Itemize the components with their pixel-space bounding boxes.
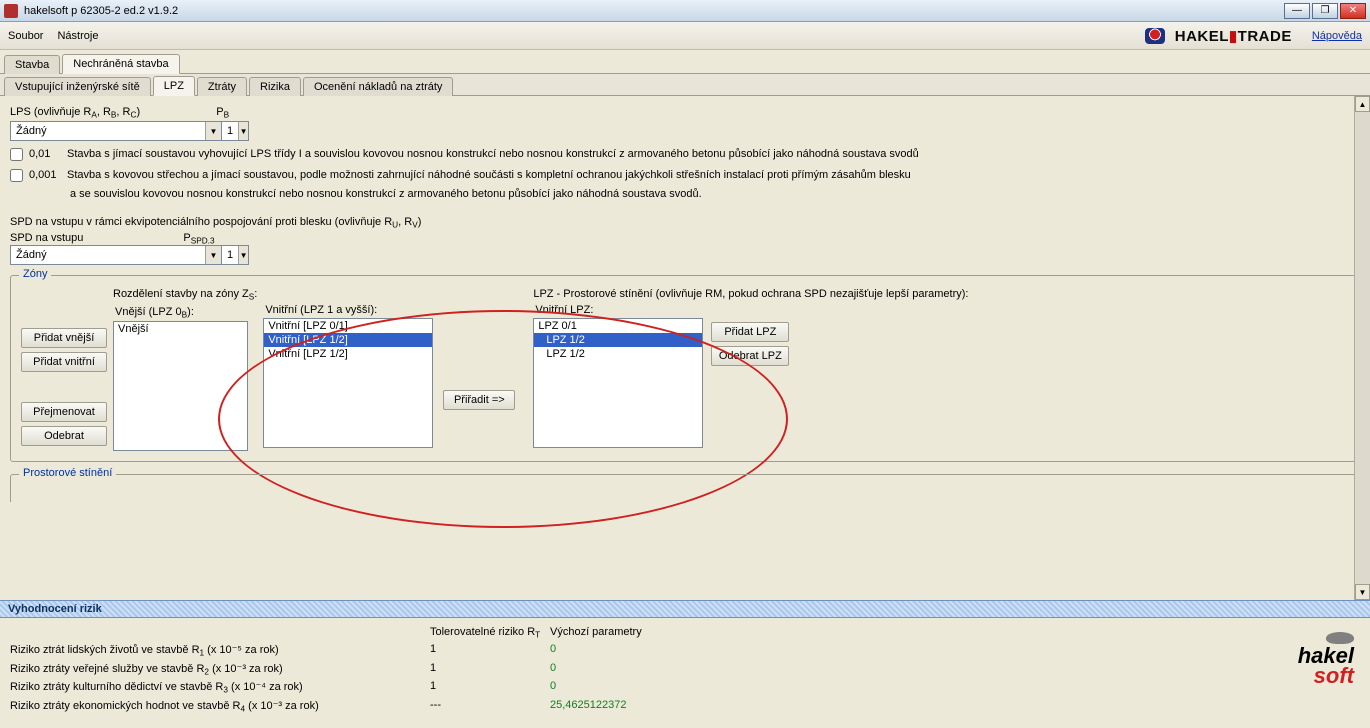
lps-label: LPS (ovlivňuje RA, RB, RC) PB xyxy=(10,106,1356,119)
lps-dropdown-num[interactable]: 1 ▼ xyxy=(221,121,249,141)
close-button[interactable]: ✕ xyxy=(1340,3,1366,19)
subtab-site[interactable]: Vstupující inženýrské sítě xyxy=(4,77,151,96)
spd-label: SPD na vstupu xyxy=(10,232,83,244)
subtab-rizika[interactable]: Rizika xyxy=(249,77,301,96)
zones-legend: Zóny xyxy=(19,268,51,280)
zones-caption: Rozdělení stavby na zóny ZS: xyxy=(113,288,257,301)
eval-cell: Riziko ztráty veřejné služby ve stavbě R… xyxy=(10,660,430,678)
list-item[interactable]: LPZ 0/1 xyxy=(534,319,702,333)
btn-add-outer[interactable]: Přidat vnější xyxy=(21,328,107,348)
btn-rename[interactable]: Přejmenovat xyxy=(21,402,107,422)
spd-desc: SPD na vstupu v rámci ekvipotenciálního … xyxy=(10,216,1356,229)
chevron-down-icon: ▼ xyxy=(238,122,248,140)
eval-cell: Výchozí parametry xyxy=(550,624,750,641)
lpz-listbox[interactable]: LPZ 0/1LPZ 1/2LPZ 1/2 xyxy=(533,318,703,448)
eval-cell: Riziko ztrát lidských životů ve stavbě R… xyxy=(10,641,430,659)
outer-listbox[interactable]: Vnější xyxy=(113,321,248,451)
shield-legend: Prostorové stínění xyxy=(19,467,116,479)
eval-cell: 1 xyxy=(430,641,550,659)
maximize-button[interactable]: ❐ xyxy=(1312,3,1338,19)
spd-dropdown-num[interactable]: 1 ▼ xyxy=(221,245,249,265)
lpz-label: Vnitřní LPZ: xyxy=(533,304,703,316)
brand-icon xyxy=(1145,28,1165,44)
eval-cell: Tolerovatelné riziko RT xyxy=(430,624,550,641)
chevron-down-icon: ▼ xyxy=(238,246,248,264)
shield-fieldset: Prostorové stínění xyxy=(10,474,1356,502)
chk2-text: Stavba s kovovou střechou a jímací soust… xyxy=(67,168,911,183)
subtab-ztraty[interactable]: Ztráty xyxy=(197,77,247,96)
eval-cell: 25,4625122372 xyxy=(550,697,750,715)
spd-pspd: PSPD.3 xyxy=(183,232,214,245)
eval-body: Tolerovatelné riziko RTVýchozí parametry… xyxy=(0,618,1370,728)
chevron-down-icon: ▼ xyxy=(205,246,221,264)
vertical-scrollbar[interactable]: ▲ ▼ xyxy=(1354,96,1370,600)
main-tabs: Stavba Nechráněná stavba xyxy=(0,50,1370,74)
outer-label: Vnější (LPZ 0B): xyxy=(113,306,257,319)
lps-checkbox-0001[interactable] xyxy=(10,169,23,182)
btn-remove[interactable]: Odebrat xyxy=(21,426,107,446)
list-item[interactable]: LPZ 1/2 xyxy=(534,333,702,347)
minimize-button[interactable]: — xyxy=(1284,3,1310,19)
eval-cell: Riziko ztráty kulturního dědictví ve sta… xyxy=(10,678,430,696)
logo-hakelsoft: hakel soft xyxy=(1298,632,1354,686)
list-item[interactable]: Vnitřní [LPZ 1/2] xyxy=(264,347,432,361)
eval-cell: Riziko ztráty ekonomických hodnot ve sta… xyxy=(10,697,430,715)
tab-stavba[interactable]: Stavba xyxy=(4,55,60,74)
chevron-down-icon: ▼ xyxy=(205,122,221,140)
content-pane: LPS (ovlivňuje RA, RB, RC) PB Žádný ▼ 1 … xyxy=(0,96,1370,600)
eval-cell: 0 xyxy=(550,678,750,696)
brand-text: HAKEL▮TRADE xyxy=(1175,27,1292,45)
btn-assign[interactable]: Přiřadit => xyxy=(443,390,515,410)
eval-cell: 0 xyxy=(550,641,750,659)
list-item[interactable]: Vnější xyxy=(114,322,247,336)
chk1-num: 0,01 xyxy=(29,147,67,162)
btn-add-inner[interactable]: Přidat vnitřní xyxy=(21,352,107,372)
lps-dropdown[interactable]: Žádný ▼ xyxy=(10,121,222,141)
subtab-oceneni[interactable]: Ocenění nákladů na ztráty xyxy=(303,77,453,96)
btn-add-lpz[interactable]: Přidat LPZ xyxy=(711,322,789,342)
lps-checkbox-001[interactable] xyxy=(10,148,23,161)
sub-tabs: Vstupující inženýrské sítě LPZ Ztráty Ri… xyxy=(0,74,1370,96)
eval-header: Vyhodnocení rizik xyxy=(0,600,1370,618)
zones-fieldset: Zóny Přidat vnější Přidat vnitřní Přejme… xyxy=(10,275,1356,462)
list-item[interactable]: LPZ 1/2 xyxy=(534,347,702,361)
btn-remove-lpz[interactable]: Odebrat LPZ xyxy=(711,346,789,366)
eval-cell: 1 xyxy=(430,678,550,696)
list-item[interactable]: Vnitřní [LPZ 0/1] xyxy=(264,319,432,333)
chk2-cont: a se souvislou kovovou nosnou konstrukcí… xyxy=(70,188,1356,200)
inner-label: Vnitřní (LPZ 1 a vyšší): xyxy=(263,304,433,316)
window-title: hakelsoft p 62305-2 ed.2 v1.9.2 xyxy=(24,5,1284,17)
scroll-up-icon[interactable]: ▲ xyxy=(1355,96,1370,112)
eval-cell xyxy=(10,624,430,641)
subtab-lpz[interactable]: LPZ xyxy=(153,76,195,96)
menubar: Soubor Nástroje HAKEL▮TRADE Nápověda xyxy=(0,22,1370,50)
app-icon xyxy=(4,4,18,18)
help-link[interactable]: Nápověda xyxy=(1312,30,1362,42)
window-titlebar: hakelsoft p 62305-2 ed.2 v1.9.2 — ❐ ✕ xyxy=(0,0,1370,22)
eval-cell: 0 xyxy=(550,660,750,678)
lpz-caption: LPZ - Prostorové stínění (ovlivňuje RM, … xyxy=(533,288,968,300)
list-item[interactable]: Vnitřní [LPZ 1/2] xyxy=(264,333,432,347)
menu-soubor[interactable]: Soubor xyxy=(8,30,43,42)
spd-dropdown[interactable]: Žádný ▼ xyxy=(10,245,222,265)
eval-cell: 1 xyxy=(430,660,550,678)
scroll-down-icon[interactable]: ▼ xyxy=(1355,584,1370,600)
menu-nastroje[interactable]: Nástroje xyxy=(57,30,98,42)
inner-listbox[interactable]: Vnitřní [LPZ 0/1]Vnitřní [LPZ 1/2]Vnitřn… xyxy=(263,318,433,448)
tab-nechranena[interactable]: Nechráněná stavba xyxy=(62,54,179,74)
chk1-text: Stavba s jímací soustavou vyhovující LPS… xyxy=(67,147,919,162)
eval-cell: --- xyxy=(430,697,550,715)
chk2-num: 0,001 xyxy=(29,168,67,183)
